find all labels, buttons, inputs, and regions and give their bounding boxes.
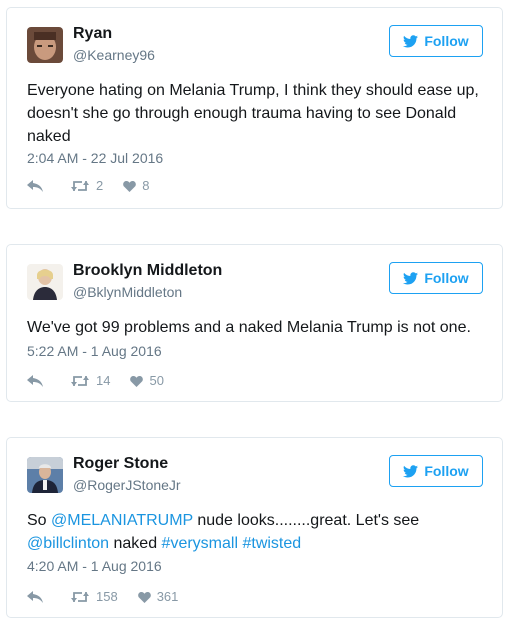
avatar[interactable] [27, 457, 63, 493]
like-button[interactable]: 50 [130, 373, 164, 388]
heart-icon [123, 180, 137, 192]
tweet-card: Roger Stone @RogerJStoneJr Follow So @ME… [6, 437, 503, 618]
tweet-actions: 2 8 [27, 178, 149, 193]
tweet-actions: 14 50 [27, 373, 164, 388]
user-handle[interactable]: @Kearney96 [73, 47, 155, 63]
tweet-card: Brooklyn Middleton @BklynMiddleton Follo… [6, 244, 503, 402]
twitter-bird-icon [403, 271, 419, 284]
follow-label: Follow [424, 270, 469, 286]
tweet-text: So @MELANIATRUMP nude looks........great… [27, 509, 484, 555]
retweet-count: 14 [96, 373, 111, 388]
retweet-icon [71, 375, 89, 386]
like-count: 361 [156, 589, 179, 604]
timestamp[interactable]: 4:20 AM - 1 Aug 2016 [27, 558, 162, 574]
timestamp[interactable]: 5:22 AM - 1 Aug 2016 [27, 343, 162, 359]
like-button[interactable]: 361 [137, 589, 179, 604]
follow-button[interactable]: Follow [389, 25, 483, 57]
avatar-image [27, 27, 63, 63]
tweet-text-segment: naked [109, 535, 162, 552]
reply-icon [27, 179, 43, 192]
avatar[interactable] [27, 264, 63, 300]
retweet-button[interactable]: 2 [71, 178, 123, 193]
retweet-count: 2 [96, 178, 104, 193]
retweet-button[interactable]: 14 [71, 373, 130, 388]
twitter-bird-icon [403, 34, 419, 47]
twitter-bird-icon [403, 464, 419, 477]
avatar-image [27, 457, 63, 493]
retweet-icon [71, 591, 89, 602]
avatar-image [27, 264, 63, 300]
tweet-text-segment: So [27, 512, 52, 529]
follow-button[interactable]: Follow [389, 262, 483, 294]
user-name[interactable]: Brooklyn Middleton [73, 262, 222, 280]
timestamp[interactable]: 2:04 AM - 22 Jul 2016 [27, 150, 163, 166]
mention-link[interactable]: @MELANIATRUMP [51, 512, 193, 529]
follow-label: Follow [424, 463, 469, 479]
tweet-text-segment: Everyone hating on Melania Trump, I thin… [27, 82, 479, 145]
reply-icon [27, 590, 43, 603]
tweet-text-segment: nude looks........great. Let's see [192, 512, 420, 529]
user-name[interactable]: Ryan [73, 25, 112, 43]
like-count: 8 [142, 178, 150, 193]
heart-icon [130, 375, 144, 387]
hashtag-link[interactable]: #verysmall [162, 535, 238, 552]
follow-label: Follow [424, 33, 469, 49]
user-handle[interactable]: @RogerJStoneJr [73, 477, 181, 493]
like-button[interactable]: 8 [123, 178, 149, 193]
tweet-card: Ryan @Kearney96 Follow Everyone hating o… [6, 7, 503, 209]
follow-button[interactable]: Follow [389, 455, 483, 487]
retweet-button[interactable]: 158 [71, 589, 138, 604]
reply-icon [27, 374, 43, 387]
avatar[interactable] [27, 27, 63, 63]
tweet-text: Everyone hating on Melania Trump, I thin… [27, 79, 484, 148]
mention-link[interactable]: @billclinton [27, 535, 109, 552]
reply-button[interactable] [27, 590, 71, 603]
hashtag-link[interactable]: #twisted [242, 535, 301, 552]
retweet-icon [71, 180, 89, 191]
tweet-text: We've got 99 problems and a naked Melani… [27, 316, 484, 339]
tweet-text-segment: We've got 99 problems and a naked Melani… [27, 319, 471, 336]
retweet-count: 158 [96, 589, 118, 604]
reply-button[interactable] [27, 374, 71, 387]
tweet-actions: 158 361 [27, 589, 178, 604]
heart-icon [137, 591, 151, 603]
like-count: 50 [149, 373, 164, 388]
reply-button[interactable] [27, 179, 71, 192]
user-name[interactable]: Roger Stone [73, 455, 168, 473]
user-handle[interactable]: @BklynMiddleton [73, 284, 182, 300]
